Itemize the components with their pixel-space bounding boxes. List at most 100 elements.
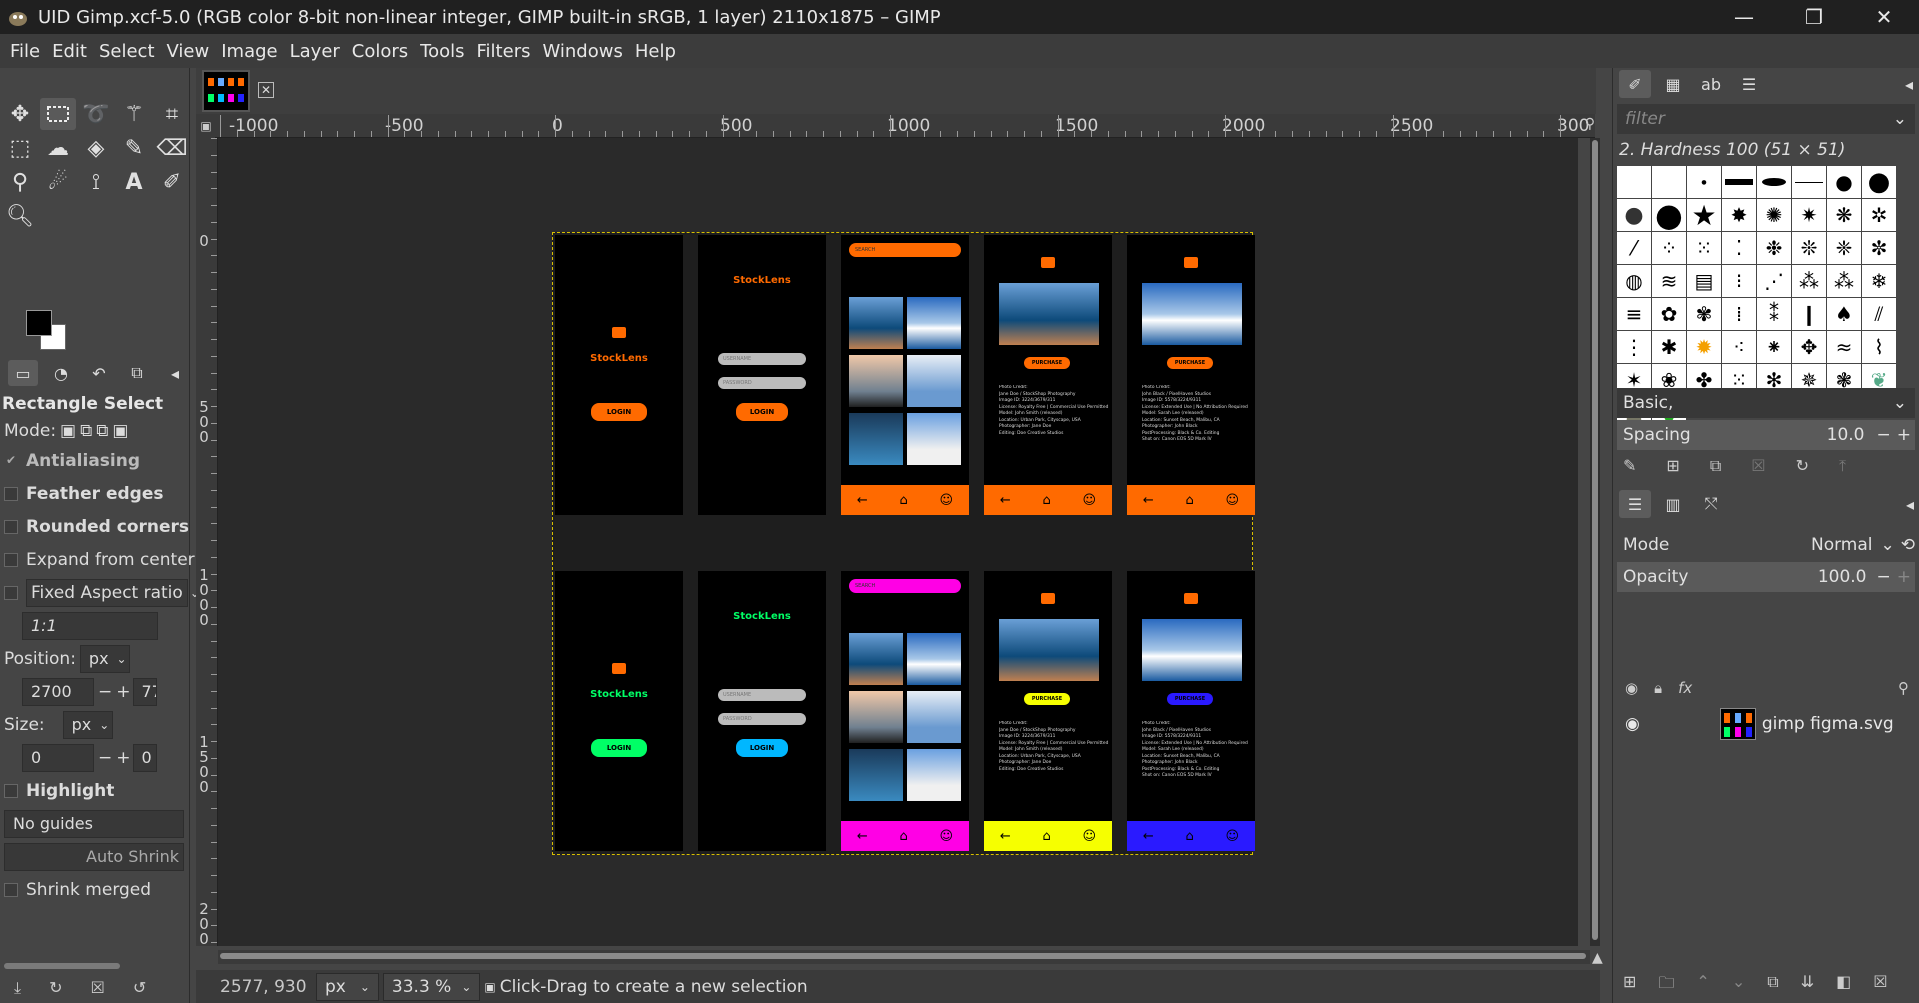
- warp-tool-icon[interactable]: ☁: [40, 132, 76, 164]
- minus-icon[interactable]: −: [98, 682, 112, 702]
- zoom-tool-icon[interactable]: 🔍︎: [2, 200, 38, 232]
- brush-filter-input[interactable]: filter ⌄: [1617, 104, 1915, 134]
- edit-brush-icon[interactable]: ✎: [1623, 456, 1636, 476]
- eye-icon[interactable]: ◉: [1625, 679, 1638, 697]
- delete-layer-icon[interactable]: ☒: [1873, 972, 1887, 999]
- mask-layer-icon[interactable]: ◧: [1836, 972, 1851, 999]
- document-history-tab-icon[interactable]: ☰: [1733, 70, 1765, 98]
- zoom-select[interactable]: 33.3 % ⌄: [382, 972, 481, 1001]
- paths-tool-icon[interactable]: ⟟: [78, 166, 114, 198]
- expand-from-center-checkbox[interactable]: Expand from center: [0, 543, 195, 576]
- position-x-field[interactable]: 2700: [22, 677, 94, 706]
- menu-filters[interactable]: Filters: [471, 41, 537, 62]
- search-icon[interactable]: ⚲: [1898, 679, 1909, 697]
- menu-colors[interactable]: Colors: [346, 41, 414, 62]
- fuzzy-select-icon[interactable]: ⚚: [116, 98, 152, 130]
- fg-bg-colors[interactable]: [24, 308, 72, 354]
- antialiasing-checkbox[interactable]: ✔ Antialiasing: [0, 444, 190, 477]
- image-canvas[interactable]: StockLens LOGIN StockLens USERNAME PASSW…: [552, 232, 1255, 855]
- mode-replace-icon[interactable]: ▣: [60, 421, 76, 441]
- delete-options-icon[interactable]: ☒: [90, 978, 104, 998]
- lasso-tool-icon[interactable]: ➰: [78, 98, 114, 130]
- delete-brush-icon[interactable]: ☒: [1751, 456, 1765, 476]
- menu-windows[interactable]: Windows: [536, 41, 628, 62]
- raise-layer-icon[interactable]: ⌃: [1696, 972, 1709, 999]
- images-tab-icon[interactable]: ⧉: [122, 360, 152, 386]
- panel-menu-icon[interactable]: ◂: [1899, 70, 1919, 98]
- undo-history-tab-icon[interactable]: ↶: [84, 360, 114, 386]
- paths-tab-icon[interactable]: ⤲: [1695, 490, 1727, 518]
- layer-row[interactable]: ◉ gimp figma.svg: [1617, 704, 1915, 744]
- text-tool-icon[interactable]: A: [116, 166, 152, 198]
- eraser-icon[interactable]: ⌫: [154, 132, 190, 164]
- patterns-tab-icon[interactable]: ▦: [1657, 70, 1689, 98]
- crop-tool-icon[interactable]: ⌗: [154, 98, 190, 130]
- menu-layer[interactable]: Layer: [284, 41, 346, 62]
- menu-help[interactable]: Help: [629, 41, 682, 62]
- size-width-field[interactable]: 0: [22, 743, 94, 772]
- panel-menu-icon[interactable]: ◂: [1900, 490, 1919, 518]
- move-tool-icon[interactable]: ✥: [2, 98, 38, 130]
- horizontal-scrollbar[interactable]: [218, 950, 1590, 964]
- open-brush-icon[interactable]: ⤒: [1839, 456, 1846, 476]
- image-thumbnail[interactable]: [202, 70, 250, 112]
- restore-options-icon[interactable]: ↻: [49, 978, 62, 998]
- highlight-checkbox[interactable]: Highlight: [0, 774, 190, 807]
- lock-icon[interactable]: 🔒︎: [1654, 679, 1662, 697]
- size-height-field[interactable]: 0: [132, 743, 157, 772]
- smudge-tool-icon[interactable]: ☄: [40, 166, 76, 198]
- layer-name[interactable]: gimp figma.svg: [1762, 714, 1894, 734]
- duplicate-layer-icon[interactable]: ⧉: [1767, 972, 1778, 999]
- save-options-icon[interactable]: ⤓: [14, 978, 21, 998]
- tool-options-tab-icon[interactable]: ▭: [8, 360, 38, 386]
- color-picker-icon[interactable]: ✐: [154, 166, 190, 198]
- feather-edges-checkbox[interactable]: Feather edges: [0, 477, 190, 510]
- brush-preset-select[interactable]: Basic, ⌄: [1617, 388, 1915, 418]
- rect-select-tool-icon[interactable]: [40, 98, 76, 130]
- reset-options-icon[interactable]: ↺: [133, 978, 146, 998]
- duplicate-brush-icon[interactable]: ⧉: [1710, 456, 1721, 476]
- minus-icon[interactable]: −: [98, 748, 112, 768]
- vertical-scrollbar[interactable]: [1590, 138, 1600, 946]
- quick-mask-icon[interactable]: ▣: [196, 114, 216, 138]
- mode-subtract-icon[interactable]: ⧉: [96, 421, 108, 441]
- close-button[interactable]: ✕: [1849, 0, 1919, 34]
- new-layer-group-icon[interactable]: 🗀: [1658, 972, 1674, 999]
- fixed-aspect-checkbox[interactable]: Fixed Aspect ratio ⌄: [0, 576, 200, 609]
- rounded-corners-checkbox[interactable]: Rounded corners: [0, 510, 190, 543]
- canvas-area[interactable]: StockLens LOGIN StockLens USERNAME PASSW…: [218, 138, 1578, 946]
- device-status-tab-icon[interactable]: ◔: [46, 360, 76, 386]
- refresh-brushes-icon[interactable]: ↻: [1796, 456, 1809, 476]
- transform-tool-icon[interactable]: ⬚: [2, 132, 38, 164]
- maximize-button[interactable]: ❐: [1779, 0, 1849, 34]
- merge-layer-icon[interactable]: ⇊: [1801, 972, 1814, 999]
- layers-tab-icon[interactable]: ☰: [1619, 490, 1651, 518]
- size-unit-select[interactable]: px ⌄: [62, 710, 113, 739]
- menu-view[interactable]: View: [161, 41, 216, 62]
- fonts-tab-icon[interactable]: ab: [1695, 70, 1727, 98]
- mode-add-icon[interactable]: ⧉: [80, 421, 92, 441]
- spacing-slider[interactable]: Spacing 10.0− +: [1617, 420, 1915, 450]
- toolbox-scrollbar[interactable]: [4, 963, 120, 969]
- zoom-icon[interactable]: ⚲: [1585, 116, 1595, 132]
- menu-edit[interactable]: Edit: [46, 41, 93, 62]
- new-layer-icon[interactable]: ⊞: [1623, 972, 1636, 999]
- plus-icon[interactable]: +: [116, 682, 130, 702]
- bucket-fill-icon[interactable]: ◈: [78, 132, 114, 164]
- menu-image[interactable]: Image: [215, 41, 283, 62]
- auto-shrink-button[interactable]: Auto Shrink: [4, 842, 184, 871]
- unit-select[interactable]: px ⌄: [316, 972, 379, 1001]
- paintbrush-icon[interactable]: ✎: [116, 132, 152, 164]
- position-y-field[interactable]: 774: [132, 677, 157, 706]
- layer-mode-select[interactable]: Mode Normal ⌄ ⟲: [1617, 530, 1915, 560]
- navigate-icon[interactable]: ▲: [1592, 950, 1603, 966]
- eye-icon[interactable]: ◉: [1625, 714, 1640, 734]
- fx-icon[interactable]: fx: [1678, 679, 1692, 697]
- close-tab-icon[interactable]: ✕: [258, 82, 274, 98]
- menu-file[interactable]: File: [4, 41, 46, 62]
- brushes-tab-icon[interactable]: ✐: [1619, 70, 1651, 98]
- foreground-color-swatch[interactable]: [26, 310, 52, 336]
- opacity-slider[interactable]: Opacity 100.0− +: [1617, 562, 1915, 592]
- menu-select[interactable]: Select: [93, 41, 161, 62]
- lower-layer-icon[interactable]: ⌄: [1732, 972, 1745, 999]
